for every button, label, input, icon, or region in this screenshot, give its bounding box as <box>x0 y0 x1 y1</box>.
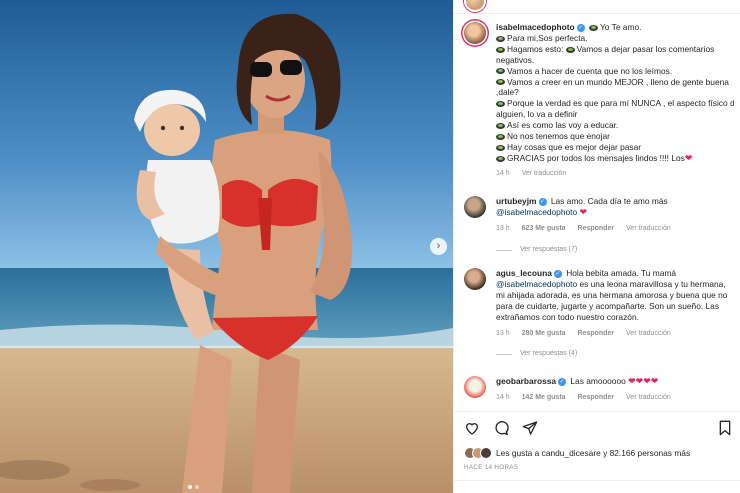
heart-emoji-icon: ❤ <box>579 206 588 217</box>
view-replies-button[interactable]: Ver respuestas (4) <box>496 349 734 360</box>
caption-line: Para mi,Sos perfecta. <box>507 32 588 43</box>
emoji-icon <box>588 24 598 31</box>
caption-line: ,dale? <box>496 87 519 98</box>
reply-button[interactable]: Responder <box>578 394 615 401</box>
emoji-icon <box>496 46 505 53</box>
comment-text: mi ahijada adorada, es una hermana amoro… <box>496 289 728 300</box>
divider <box>454 480 740 481</box>
translate-link[interactable]: Ver traducción <box>626 394 671 401</box>
carousel-dot <box>195 485 199 489</box>
caption-line: Hagamos esto: <box>507 43 564 54</box>
caption-line: Porque la verdad es que para mí NUNCA , … <box>507 98 734 109</box>
post-caption: isabelmacedophoto ✓ Yo Te amo. Para mi,So… <box>464 22 734 180</box>
heart-emoji-icon: ❤ <box>684 152 693 163</box>
carousel-dots <box>188 485 199 489</box>
comment-likes[interactable]: 280 Me gusta <box>522 330 566 337</box>
avatar[interactable] <box>464 268 486 290</box>
reply-button[interactable]: Responder <box>578 225 615 232</box>
emoji-icon <box>496 79 505 86</box>
translate-link[interactable]: Ver traducción <box>522 170 567 177</box>
post-photo[interactable]: › <box>0 0 453 493</box>
caption-line: Así es como las voy a educar. <box>507 120 619 131</box>
comment-item: agus_lecouna ✓ Hola bebita amada. Tu mamá… <box>464 268 734 360</box>
caption-line: Hay cosas que es mejor dejar pasar <box>507 141 642 152</box>
comment-text: extrañamos con todo nuestro corazón. <box>496 311 639 322</box>
comment-time: 13 h <box>496 329 510 337</box>
likes-text[interactable]: Les gusta a candu_dicesare y 82.166 pers… <box>496 448 690 458</box>
beach-photo-illustration <box>0 0 453 493</box>
verified-badge-icon: ✓ <box>538 197 547 206</box>
caption-line: Vamos a creer en un mundo MEJOR , lleno … <box>507 76 729 87</box>
comment-likes[interactable]: 142 Me gusta <box>522 394 566 401</box>
divider <box>454 13 740 14</box>
translate-link[interactable]: Ver traducción <box>626 225 671 232</box>
verified-badge-icon: ✓ <box>576 23 585 32</box>
post-actions <box>464 420 538 436</box>
comment-text: es una leona maravillosa y tu hermana, <box>579 278 726 289</box>
comment-item: urtubeyjm ✓ Las amo. Cada día te amo más … <box>464 196 734 256</box>
liker-avatar <box>480 447 492 459</box>
save-icon[interactable] <box>718 420 732 436</box>
avatar[interactable] <box>464 376 486 398</box>
reply-button[interactable]: Responder <box>578 330 615 337</box>
carousel-dot <box>188 485 192 489</box>
comments-panel: isabelmacedophoto ✓ Yo Te amo. Para mi,So… <box>453 0 740 493</box>
comment-username[interactable]: geobarbarossa <box>496 376 556 386</box>
caption-line: Yo Te amo. <box>599 22 642 32</box>
emoji-icon <box>496 155 505 162</box>
heart-emoji-icon: ❤❤❤❤ <box>628 376 659 386</box>
comment-time: 13 h <box>496 224 510 232</box>
emoji-icon <box>496 144 505 151</box>
caption-line: alguien, lo va a definir <box>496 109 578 120</box>
emoji-icon <box>496 101 505 108</box>
avatar[interactable] <box>464 22 486 44</box>
likes-summary[interactable]: Les gusta a candu_dicesare y 82.166 pers… <box>464 447 690 459</box>
caption-line: negativos. <box>496 54 535 65</box>
comment-username[interactable]: agus_lecouna <box>496 268 552 278</box>
comment-time: 14 h <box>496 393 510 401</box>
comment-text: para de cuidarte, jugarte y acompañarte.… <box>496 300 720 311</box>
mention-link[interactable]: @isabelmacedophoto <box>496 207 577 217</box>
comment-text: Las amoooooo <box>570 376 626 386</box>
emoji-icon <box>496 133 505 140</box>
header-avatar[interactable] <box>464 0 486 12</box>
verified-badge-icon: ✓ <box>553 269 562 278</box>
emoji-icon <box>565 46 575 53</box>
caption-line: Vamos a dejar pasar los comentarios <box>576 43 715 54</box>
divider <box>454 411 740 412</box>
avatar[interactable] <box>464 196 486 218</box>
comment-item: geobarbarossa ✓ Las amoooooo ❤❤❤❤ 14 h 14… <box>464 376 734 404</box>
comment-text: Las amo. Cada día te amo más <box>550 196 668 206</box>
comment-icon[interactable] <box>493 420 509 436</box>
share-icon[interactable] <box>522 420 538 436</box>
caption-line: No nos tenemos que enojar <box>507 131 610 142</box>
heart-icon[interactable] <box>464 420 480 436</box>
emoji-icon <box>496 122 505 129</box>
caption-line: GRACIAS por todos los mensajes lindos !!… <box>507 152 685 163</box>
comment-text: Hola bebita amada. Tu mamá <box>566 268 677 278</box>
view-replies-button[interactable]: Ver respuestas (7) <box>496 245 734 256</box>
mention-link[interactable]: @isabelmacedophoto <box>496 279 577 289</box>
comment-username[interactable]: urtubeyjm <box>496 196 537 206</box>
post-time-ago[interactable]: HACE 14 HORAS <box>464 464 518 471</box>
translate-link[interactable]: Ver traducción <box>626 330 671 337</box>
verified-badge-icon: ✓ <box>558 377 567 386</box>
caption-time: 14 h <box>496 169 510 177</box>
caption-line: Vamos a hacer de cuenta que no los leímo… <box>507 65 673 76</box>
caption-username[interactable]: isabelmacedophoto <box>496 22 575 32</box>
comment-likes[interactable]: 623 Me gusta <box>522 225 566 232</box>
emoji-icon <box>496 35 505 42</box>
next-arrow-icon[interactable]: › <box>430 238 447 255</box>
emoji-icon <box>496 68 505 75</box>
